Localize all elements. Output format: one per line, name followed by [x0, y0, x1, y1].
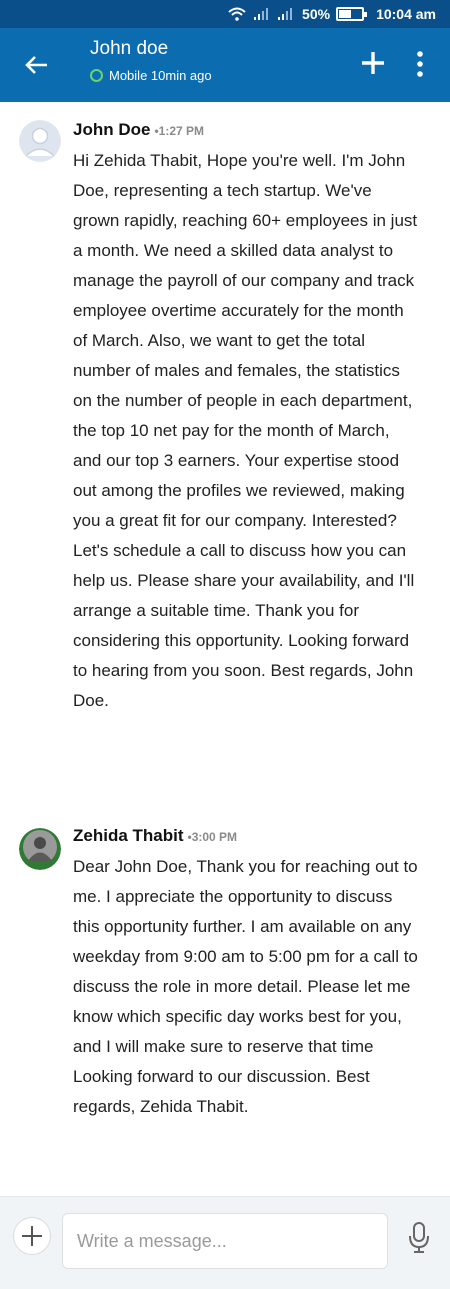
signal-icon [254, 8, 270, 20]
more-options-icon[interactable] [410, 48, 430, 80]
signal-icon [278, 8, 294, 20]
message-text: Hi Zehida Thabit, Hope you're well. I'm … [73, 151, 418, 710]
avatar[interactable] [19, 120, 61, 162]
contact-name[interactable]: John doe [90, 38, 168, 60]
back-arrow-icon[interactable] [22, 50, 52, 80]
battery-percent: 50% [302, 6, 331, 22]
plus-icon [22, 1226, 42, 1246]
wifi-icon [228, 7, 246, 21]
sender-name[interactable]: Zehida Thabit [73, 826, 184, 846]
message-text: Dear John Doe, Thank you for reaching ou… [73, 857, 418, 1116]
presence-text: Mobile 10min ago [109, 68, 212, 83]
message-time: •1:27 PM [154, 124, 205, 138]
message-composer [0, 1196, 450, 1289]
microphone-icon[interactable] [406, 1221, 432, 1255]
status-bar: 50% 10:04 am [0, 0, 450, 28]
message-input[interactable] [62, 1213, 388, 1269]
message-header: John Doe •1:27 PM [73, 120, 204, 140]
sender-name[interactable]: John Doe [73, 120, 150, 140]
add-icon[interactable] [360, 50, 386, 76]
presence-status: Mobile 10min ago [90, 68, 212, 83]
battery-icon [336, 7, 368, 21]
message-time: •3:00 PM [187, 830, 238, 844]
message-header: Zehida Thabit •3:00 PM [73, 826, 237, 846]
online-dot-icon [90, 69, 103, 82]
chat-header: John doe Mobile 10min ago [0, 28, 450, 102]
attach-plus-button[interactable] [13, 1217, 51, 1255]
clock: 10:04 am [376, 6, 436, 22]
avatar[interactable] [19, 828, 61, 870]
